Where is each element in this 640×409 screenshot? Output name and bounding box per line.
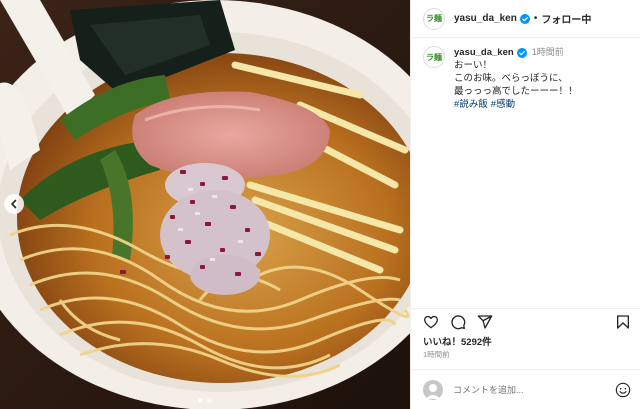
caption-body: yasu_da_ken 1時間前 おーい！ このお味。べらっぼうに、 最っっっ高… [454, 46, 578, 111]
carousel-indicator [0, 398, 410, 403]
caption-avatar[interactable]: ラ麺 [423, 46, 445, 68]
avatar-logo: ラ麺 [426, 14, 442, 23]
comment-icon[interactable] [450, 314, 466, 330]
username-link[interactable]: yasu_da_ken [454, 13, 517, 24]
caption-username[interactable]: yasu_da_ken [454, 46, 514, 59]
caption-header: yasu_da_ken 1時間前 [454, 46, 578, 59]
caption-avatar-logo: ラ麺 [426, 52, 442, 62]
carousel-dot-2 [207, 398, 212, 403]
verified-badge-icon [516, 47, 527, 58]
hashtags: #説み飯 #感動 [454, 98, 578, 111]
post-timestamp[interactable]: 1時間前 [423, 349, 450, 360]
action-bar [411, 308, 640, 334]
post-photo[interactable] [0, 0, 410, 409]
caption-line: このお味。べらっぼうに、 [454, 73, 568, 84]
caption-line: おーい！ [454, 60, 493, 71]
caption-line: 最っっっ高でしたーーー！！ [454, 86, 578, 97]
chevron-left-icon [11, 199, 17, 209]
follow-button[interactable]: フォロー中 [541, 11, 591, 26]
default-avatar-icon [425, 383, 441, 399]
emoji-icon[interactable] [615, 382, 631, 398]
avatar[interactable]: ラ麺 [423, 7, 445, 30]
comment-bar [411, 369, 640, 409]
carousel-prev-button[interactable] [4, 194, 24, 214]
current-user-avatar [423, 379, 443, 400]
carousel-dot-1 [198, 398, 203, 403]
ramen-photo-image [0, 0, 410, 409]
hashtag-link[interactable]: #感動 [491, 99, 515, 110]
header-separator: • [533, 13, 538, 24]
bookmark-icon[interactable] [615, 314, 631, 330]
verified-badge-icon [519, 13, 530, 24]
hashtag-link[interactable]: #説み飯 [454, 99, 488, 110]
post-side-panel: ラ麺 yasu_da_ken • フォロー中 ラ麺 yasu_da_ken 1時… [410, 0, 640, 409]
instagram-post-view: ラ麺 yasu_da_ken • フォロー中 ラ麺 yasu_da_ken 1時… [0, 0, 640, 409]
like-count[interactable]: いいね！5292件 [423, 334, 492, 348]
share-icon[interactable] [477, 314, 493, 330]
heart-icon[interactable] [423, 314, 439, 330]
post-header: ラ麺 yasu_da_ken • フォロー中 [411, 0, 640, 38]
comment-input[interactable] [453, 384, 603, 395]
caption: ラ麺 yasu_da_ken 1時間前 おーい！ このお味。べらっぼうに、 最っ… [411, 38, 640, 111]
caption-time: 1時間前 [531, 47, 564, 57]
